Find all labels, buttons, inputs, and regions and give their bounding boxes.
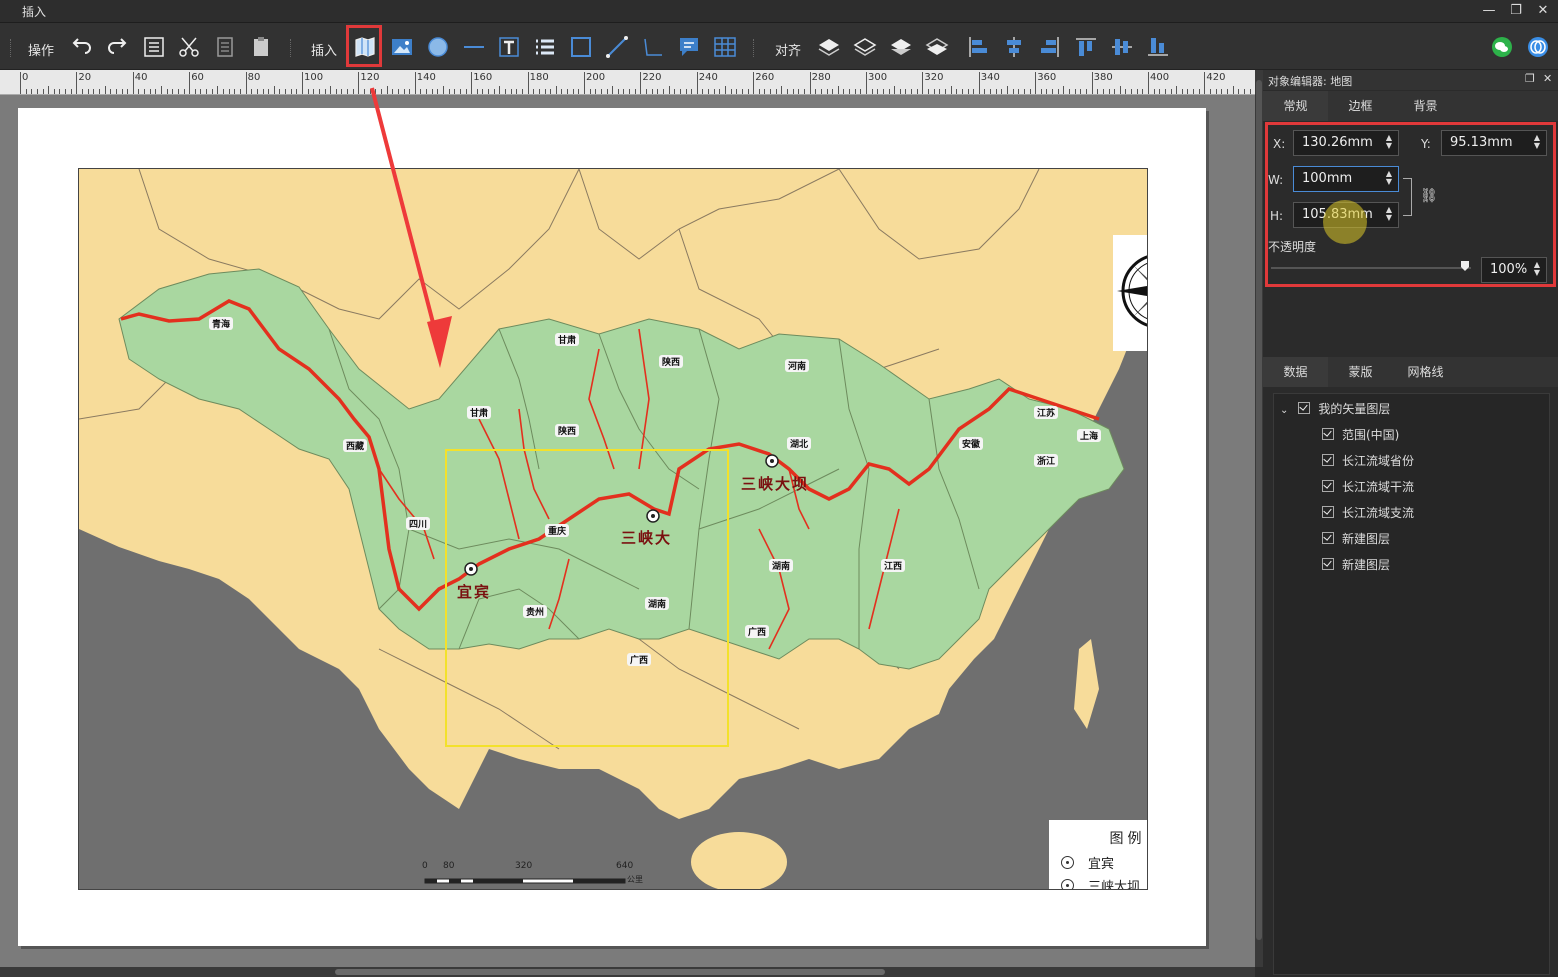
checkbox-icon[interactable] xyxy=(1322,558,1334,570)
layer-tree: ⌄ 我的矢量图层 范围(中国) 长江流域省份 长江流域干流 长江流域支流 新建图层… xyxy=(1273,393,1550,975)
tab-background[interactable]: 背景 xyxy=(1393,91,1458,121)
layer-item[interactable]: 新建图层 xyxy=(1322,529,1390,549)
object-editor-panel: 对象编辑器: 地图 ❐ ✕ 常规 边框 背景 X: 130.26mm ▲ ▼ Y: … xyxy=(1263,70,1558,977)
checkbox-icon[interactable] xyxy=(1322,480,1334,492)
checkbox-icon[interactable] xyxy=(1322,454,1334,466)
layer-item[interactable]: 新建图层 xyxy=(1322,555,1390,575)
horizontal-scrollbar[interactable] xyxy=(0,967,1255,977)
scroll-thumb[interactable] xyxy=(1256,80,1262,940)
panel-title: 对象编辑器: 地图 xyxy=(1268,75,1353,88)
checkbox-icon[interactable] xyxy=(1322,532,1334,544)
layer-label: 新建图层 xyxy=(1342,558,1391,572)
layer-label: 范围(中国) xyxy=(1342,428,1400,442)
checkbox-icon[interactable] xyxy=(1322,428,1334,440)
tab-gridlines[interactable]: 网格线 xyxy=(1393,357,1458,387)
layer-label: 长江流域省份 xyxy=(1342,454,1415,468)
float-panel-icon[interactable]: ❐ xyxy=(1525,72,1535,85)
tab-border[interactable]: 边框 xyxy=(1328,91,1393,121)
layer-label: 新建图层 xyxy=(1342,532,1391,546)
properties-highlight xyxy=(1265,122,1556,287)
layer-label: 长江流域支流 xyxy=(1342,506,1415,520)
layer-item[interactable]: 长江流域干流 xyxy=(1322,477,1414,497)
layer-item[interactable]: 范围(中国) xyxy=(1322,425,1399,445)
tab-mask[interactable]: 蒙版 xyxy=(1328,357,1393,387)
panel-header: 对象编辑器: 地图 ❐ ✕ xyxy=(1263,70,1558,90)
vertical-scrollbar[interactable] xyxy=(1255,70,1263,967)
checkbox-icon[interactable] xyxy=(1298,402,1311,414)
layer-root[interactable]: ⌄ 我的矢量图层 xyxy=(1280,399,1390,419)
layer-item[interactable]: 长江流域支流 xyxy=(1322,503,1414,523)
property-tabs: 常规 边框 背景 xyxy=(1263,91,1558,121)
chevron-down-icon[interactable]: ⌄ xyxy=(1280,405,1288,416)
layer-item[interactable]: 长江流域省份 xyxy=(1322,451,1414,471)
layer-label: 我的矢量图层 xyxy=(1318,402,1391,416)
scroll-thumb[interactable] xyxy=(335,969,885,975)
tab-data[interactable]: 数据 xyxy=(1263,357,1328,387)
layer-tabs: 数据 蒙版 网格线 xyxy=(1263,357,1558,387)
tab-general[interactable]: 常规 xyxy=(1263,91,1328,121)
checkbox-icon[interactable] xyxy=(1322,506,1334,518)
close-panel-icon[interactable]: ✕ xyxy=(1543,72,1552,85)
layer-label: 长江流域干流 xyxy=(1342,480,1415,494)
